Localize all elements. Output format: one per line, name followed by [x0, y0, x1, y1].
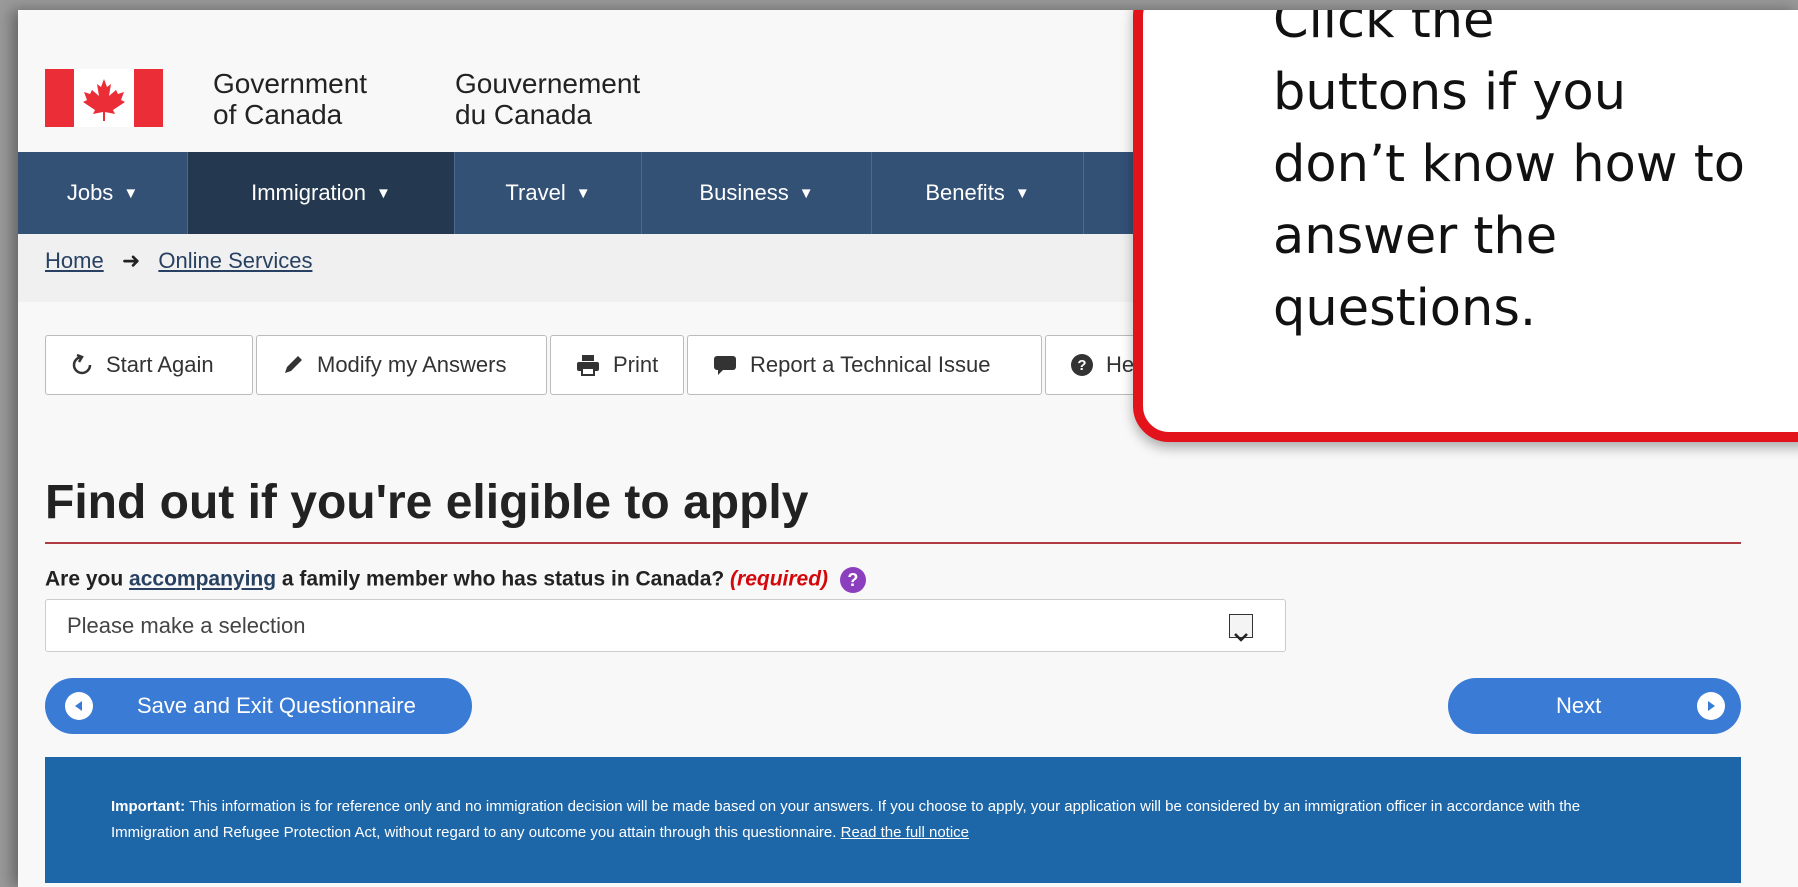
- print-button[interactable]: Print: [550, 335, 684, 395]
- callout-text: Click the buttons if you don’t know how …: [1273, 10, 1793, 345]
- modify-answers-label: Modify my Answers: [317, 352, 507, 377]
- next-label: Next: [1556, 693, 1602, 718]
- report-issue-button[interactable]: Report a Technical Issue: [687, 335, 1042, 395]
- required-label: (required): [730, 567, 829, 591]
- signature-french: Gouvernement du Canada: [455, 68, 640, 130]
- start-again-button[interactable]: Start Again: [45, 335, 253, 395]
- questionnaire-toolbar: Start Again Modify my Answers Print Repo…: [45, 335, 1168, 395]
- menu-item-immigration[interactable]: Immigration ▼: [188, 152, 455, 234]
- menu-item-benefits[interactable]: Benefits ▼: [872, 152, 1084, 234]
- callout-line: questions.: [1273, 279, 1537, 338]
- save-exit-label: Save and Exit Questionnaire: [137, 693, 416, 718]
- menu-item-label: Travel: [505, 180, 566, 205]
- chevron-down-icon: ▼: [376, 184, 391, 202]
- signature-english[interactable]: Government of Canada: [213, 68, 367, 130]
- breadcrumb-home-link[interactable]: Home: [45, 248, 104, 273]
- callout-line: buttons if you: [1273, 63, 1627, 122]
- chevron-down-icon: ▼: [123, 184, 139, 202]
- important-notice: Important: This information is for refer…: [45, 757, 1741, 883]
- breadcrumb-online-services-link[interactable]: Online Services: [158, 248, 312, 273]
- menu-item-label: Benefits: [925, 180, 1005, 205]
- report-issue-label: Report a Technical Issue: [750, 352, 991, 377]
- question-circle-icon: ?: [1070, 353, 1094, 377]
- menu-item-label: Business: [699, 180, 789, 205]
- accompanying-select[interactable]: Please make a selection: [45, 599, 1286, 652]
- refresh-icon: [70, 353, 94, 377]
- comment-icon: [712, 353, 738, 377]
- menu-item-travel[interactable]: Travel ▼: [455, 152, 642, 234]
- save-exit-button[interactable]: Save and Exit Questionnaire: [45, 678, 472, 734]
- signature-en-line2: of Canada: [213, 99, 343, 130]
- menu-item-label: Immigration: [251, 180, 367, 205]
- menu-item-jobs[interactable]: Jobs ▼: [18, 152, 188, 234]
- next-button[interactable]: Next: [1448, 678, 1741, 734]
- menu-item-business[interactable]: Business ▼: [642, 152, 872, 234]
- page-title: Find out if you're eligible to apply: [45, 476, 809, 529]
- chevron-down-icon: ▼: [575, 184, 591, 202]
- question-prefix: Are you: [45, 567, 130, 591]
- chevron-down-icon: ▼: [1014, 184, 1030, 202]
- print-label: Print: [613, 352, 659, 377]
- arrow-right-icon: ➜: [121, 248, 141, 273]
- arrow-right-circle-icon: [1697, 692, 1725, 720]
- question-help-icon[interactable]: ?: [839, 567, 866, 593]
- chevron-down-icon: ▼: [798, 184, 814, 202]
- help-label: He: [1106, 352, 1135, 377]
- title-divider: [45, 542, 1741, 544]
- printer-icon: [575, 353, 601, 377]
- question-suffix: a family member who has status in Canada…: [276, 567, 731, 591]
- notice-label: Important:: [111, 798, 186, 815]
- modify-answers-button[interactable]: Modify my Answers: [256, 335, 547, 395]
- callout-line: Click the: [1273, 10, 1495, 50]
- signature-fr-line1: Gouvernement: [455, 68, 641, 99]
- arrow-left-circle-icon: [65, 692, 93, 720]
- start-again-label: Start Again: [106, 352, 214, 377]
- question-label: Are you accompanying a family member who…: [45, 567, 866, 593]
- chevron-down-icon: [1229, 614, 1253, 642]
- read-full-notice-link[interactable]: Read the full notice: [841, 824, 969, 841]
- callout-line: answer the: [1273, 207, 1558, 266]
- menu-item-label: Jobs: [66, 180, 114, 205]
- accompanying-definition-link[interactable]: accompanying: [129, 568, 276, 591]
- canada-flag-icon: [45, 69, 163, 127]
- breadcrumb: Home ➜ Online Services: [45, 248, 312, 274]
- callout-line: don’t know how to: [1273, 135, 1745, 194]
- signature-fr-line2: du Canada: [455, 99, 593, 130]
- select-value: Please make a selection: [67, 613, 306, 638]
- signature-en-line1: Government: [213, 68, 368, 99]
- browser-page: Government of Canada Gouvernement du Can…: [18, 10, 1798, 887]
- pencil-icon: [281, 353, 305, 377]
- svg-text:?: ?: [1077, 357, 1086, 374]
